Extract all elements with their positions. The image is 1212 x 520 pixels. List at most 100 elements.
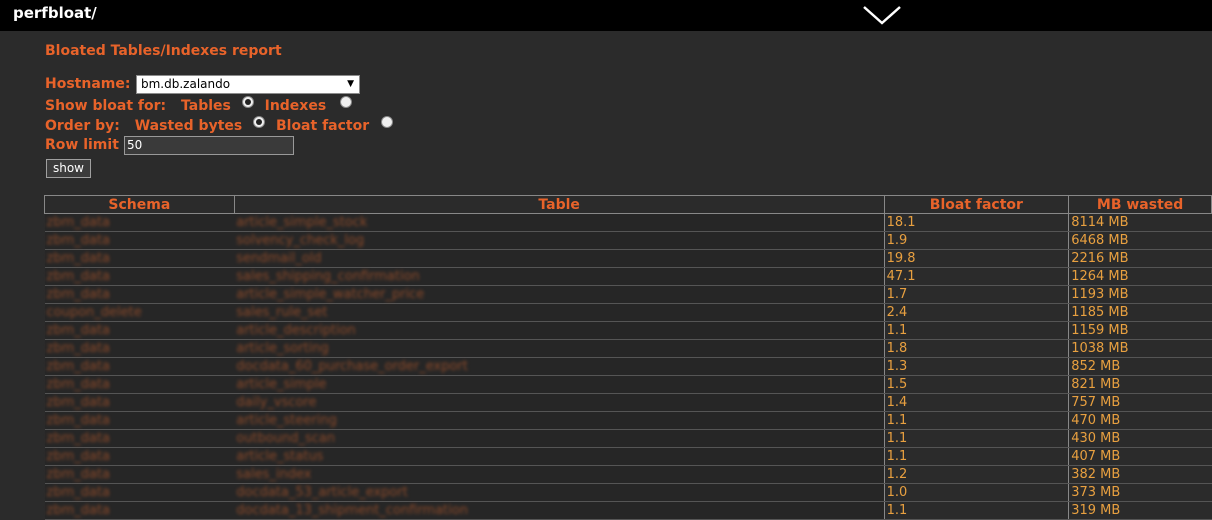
wasted-bytes-label: Wasted bytes <box>134 118 243 134</box>
schema-cell-text: zbm_data <box>46 449 111 464</box>
table-row[interactable]: zbm_data solvency_check_log 1.9 6468 MB <box>44 231 1212 250</box>
dropdown-arrow-icon: ▼ <box>347 79 354 89</box>
mb-wasted-cell: 1193 MB <box>1068 285 1212 304</box>
column-header-schema[interactable]: Schema <box>44 195 235 214</box>
table-row[interactable]: zbm_data article_sorting 1.8 1038 MB <box>44 339 1212 358</box>
column-header-bloat-factor[interactable]: Bloat factor <box>883 195 1070 214</box>
schema-cell-text: zbm_data <box>46 251 111 266</box>
table-name-cell-text: article_steering <box>236 413 337 428</box>
table-name-cell-text: daily_vscore <box>236 395 317 410</box>
schema-cell-text: zbm_data <box>46 413 111 428</box>
wasted-bytes-radio[interactable] <box>253 116 266 128</box>
top-bar: perfbloat/ <box>0 0 1212 31</box>
bloat-factor-label: Bloat factor <box>275 118 370 134</box>
row-limit-row: Row limit <box>45 137 119 153</box>
schema-cell: zbm_data <box>44 213 235 232</box>
table-row[interactable]: zbm_data daily_vscore 1.4 757 MB <box>44 393 1212 412</box>
schema-cell-text: zbm_data <box>46 233 111 248</box>
schema-cell: zbm_data <box>44 483 235 502</box>
table-row[interactable]: zbm_data sales_shipping_confirmation 47.1 1… <box>44 267 1212 286</box>
table-row[interactable]: zbm_data sendmail_old 19.8 2216 MB <box>44 249 1212 268</box>
schema-cell-text: zbm_data <box>46 503 111 518</box>
schema-cell-text: zbm_data <box>46 341 111 356</box>
schema-cell-text: zbm_data <box>46 395 111 410</box>
schema-cell-text: zbm_data <box>46 323 111 338</box>
indexes-radio[interactable] <box>340 96 353 108</box>
table-row[interactable]: zbm_data docdata_13_shipment_confirmation… <box>44 501 1212 520</box>
table-row[interactable]: zbm_data article_description 1.1 1159 MB <box>44 321 1212 340</box>
table-name-cell-text: sendmail_old <box>236 251 322 266</box>
table-row[interactable]: coupon_delete sales_rule_set 2.4 1185 MB <box>44 303 1212 322</box>
table-row[interactable]: zbm_data article_simple 1.5 821 MB <box>44 375 1212 394</box>
show-bloat-label: Show bloat for: <box>45 98 167 114</box>
table-name-cell: solvency_check_log <box>234 231 885 250</box>
bloat-factor-cell: 1.2 <box>883 465 1069 484</box>
hostname-label: Hostname: <box>45 76 131 92</box>
row-limit-input[interactable]: 50 <box>124 136 294 155</box>
table-row[interactable]: zbm_data article_simple_watcher_price 1.7 1… <box>44 285 1212 304</box>
table-name-cell-text: sales_rule_set <box>236 305 328 320</box>
schema-cell-text: zbm_data <box>46 287 111 302</box>
schema-cell: zbm_data <box>44 249 235 268</box>
table-row[interactable]: zbm_data article_status 1.1 407 MB <box>44 447 1212 466</box>
schema-cell: zbm_data <box>44 501 235 520</box>
indexes-label: Indexes <box>264 98 327 114</box>
bloat-factor-cell: 47.1 <box>883 267 1069 286</box>
column-header-mb-wasted[interactable]: MB wasted <box>1068 195 1212 214</box>
table-name-cell-text: solvency_check_log <box>236 233 365 248</box>
table-name-cell: sales_index <box>234 465 885 484</box>
hostname-row: Hostname: <box>45 76 130 92</box>
table-name-cell-text: sales_shipping_confirmation <box>236 269 420 284</box>
bloat-factor-cell: 2.4 <box>883 303 1069 322</box>
schema-cell-text: zbm_data <box>46 377 111 392</box>
mb-wasted-cell: 2216 MB <box>1068 249 1212 268</box>
mb-wasted-cell: 373 MB <box>1068 483 1212 502</box>
table-name-cell: article_steering <box>234 411 885 430</box>
bloat-factor-cell: 1.5 <box>883 375 1069 394</box>
report-title: Bloated Tables/Indexes report <box>45 43 282 59</box>
mb-wasted-cell: 319 MB <box>1068 501 1212 520</box>
table-name-cell: daily_vscore <box>234 393 885 412</box>
tables-radio[interactable] <box>241 96 254 108</box>
table-row[interactable]: zbm_data outbound_scan 1.1 430 MB <box>44 429 1212 448</box>
mb-wasted-cell: 1159 MB <box>1068 321 1212 340</box>
mb-wasted-cell: 852 MB <box>1068 357 1212 376</box>
table-name-cell: sales_shipping_confirmation <box>234 267 885 286</box>
chevron-down-icon[interactable] <box>862 4 902 26</box>
bloat-factor-cell: 1.1 <box>883 429 1069 448</box>
show-button[interactable]: show <box>46 159 91 178</box>
mb-wasted-cell: 470 MB <box>1068 411 1212 430</box>
table-row[interactable]: zbm_data sales_index 1.2 382 MB <box>44 465 1212 484</box>
mb-wasted-cell: 1264 MB <box>1068 267 1212 286</box>
column-header-table[interactable]: Table <box>233 195 885 214</box>
schema-cell-text: zbm_data <box>46 359 111 374</box>
schema-cell-text: zbm_data <box>46 467 111 482</box>
table-name-cell-text: outbound_scan <box>236 431 336 446</box>
show-bloat-row: Show bloat for: Tables Indexes <box>45 96 353 114</box>
table-row[interactable]: zbm_data article_steering 1.1 470 MB <box>44 411 1212 430</box>
table-row[interactable]: zbm_data article_simple_stock 18.1 8114 MB <box>44 213 1212 232</box>
order-by-label: Order by: <box>45 118 120 134</box>
bloat-factor-cell: 1.9 <box>883 231 1069 250</box>
table-row[interactable]: zbm_data docdata_53_article_export 1.0 373 … <box>44 483 1212 502</box>
schema-cell: zbm_data <box>44 393 235 412</box>
app-title[interactable]: perfbloat/ <box>13 4 97 22</box>
schema-cell: zbm_data <box>44 411 235 430</box>
hostname-select[interactable]: bm.db.zalando ▼ <box>136 75 360 94</box>
schema-cell: zbm_data <box>44 429 235 448</box>
mb-wasted-cell: 8114 MB <box>1068 213 1212 232</box>
tables-label: Tables <box>181 98 231 114</box>
table-name-cell: sales_rule_set <box>234 303 885 322</box>
bloat-table: Schema Table Bloat factor MB wasted zbm_… <box>44 195 1212 520</box>
table-name-cell: article_status <box>234 447 885 466</box>
table-row[interactable]: zbm_data docdata_60_purchase_order_export… <box>44 357 1212 376</box>
table-body: zbm_data article_simple_stock 18.1 8114 MB z… <box>44 213 1212 520</box>
table-name-cell-text: article_simple_stock <box>236 215 368 230</box>
mb-wasted-cell: 1185 MB <box>1068 303 1212 322</box>
bloat-factor-radio[interactable] <box>381 116 393 128</box>
bloat-factor-cell: 1.1 <box>883 501 1069 520</box>
mb-wasted-cell: 430 MB <box>1068 429 1212 448</box>
mb-wasted-cell: 6468 MB <box>1068 231 1212 250</box>
bloat-factor-cell: 1.4 <box>883 393 1069 412</box>
table-name-cell: docdata_13_shipment_confirmation <box>234 501 885 520</box>
